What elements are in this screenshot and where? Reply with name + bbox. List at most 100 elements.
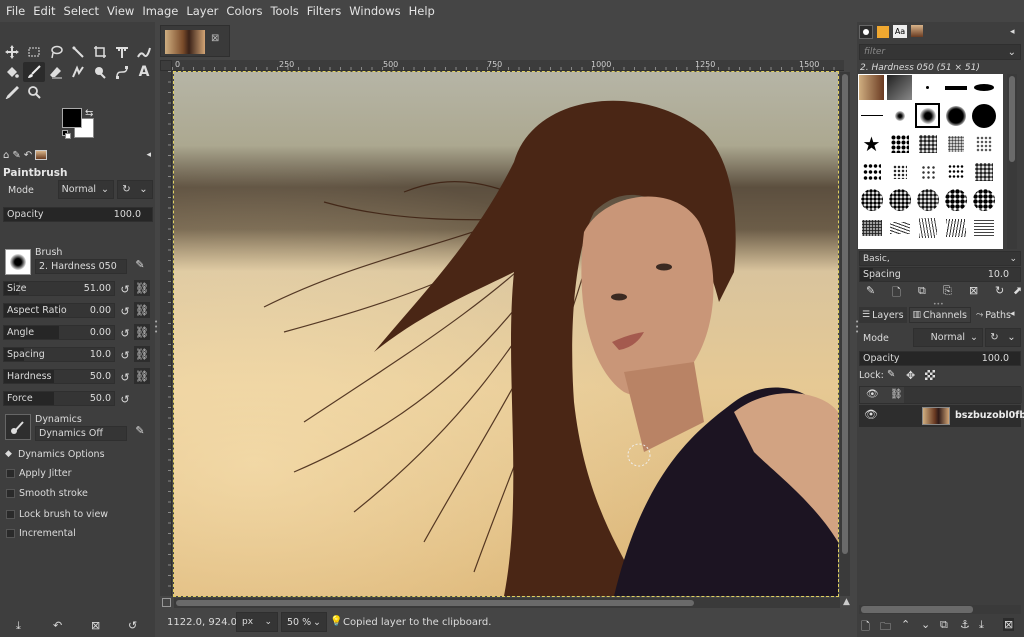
edit-brush-icon[interactable]: ✎ <box>866 284 875 297</box>
brush-thumb[interactable]: ★ <box>859 131 884 156</box>
dynamics-preview-button[interactable] <box>5 414 31 440</box>
quick-mask-icon[interactable] <box>162 598 171 607</box>
dynamics-name-field[interactable]: Dynamics Off <box>35 426 127 441</box>
brush-thumb[interactable] <box>887 103 912 128</box>
layer-mode-select[interactable]: Normal ⌄ <box>913 328 983 347</box>
link-hardness-icon[interactable]: ⛓ <box>134 368 150 384</box>
lasso-icon[interactable] <box>45 42 67 62</box>
delete-brush-icon[interactable]: ⊠ <box>969 284 978 297</box>
lock-pixels-icon[interactable]: ✎ <box>887 369 895 380</box>
reset-options-icon[interactable]: ↺ <box>128 619 137 632</box>
lower-layer-icon[interactable]: ⌄ <box>921 618 930 631</box>
dynamics-options-expander[interactable]: Dynamics Options <box>18 449 105 460</box>
raise-layer-icon[interactable]: ⌃ <box>901 618 910 631</box>
copy-location-icon[interactable]: ⎘ <box>943 284 952 298</box>
anchor-layer-icon[interactable]: ⚓ <box>960 618 970 631</box>
brush-thumb[interactable] <box>859 75 884 100</box>
brush-thumb[interactable] <box>887 75 912 100</box>
edit-brush-icon[interactable]: ✎ <box>132 256 148 272</box>
vertical-ruler[interactable] <box>160 71 172 596</box>
menu-filters[interactable]: Filters <box>303 4 345 18</box>
fonts-tab-icon[interactable]: Aa <box>893 25 907 38</box>
refresh-brushes-icon[interactable]: ↻ <box>995 284 1004 297</box>
panel-menu-icon[interactable]: ◂ <box>1010 309 1015 319</box>
brush-thumb[interactable] <box>943 103 968 128</box>
brush-thumb[interactable] <box>859 187 884 212</box>
reset-hardness-icon[interactable]: ↺ <box>117 369 133 385</box>
layer-name[interactable]: bszbuzobl0fbs <box>955 410 1024 421</box>
brush-thumb[interactable] <box>971 187 996 212</box>
paintbrush-tool-icon[interactable] <box>23 62 45 82</box>
dock-grip-right[interactable]: • • • <box>855 319 859 336</box>
fuzzy-select-icon[interactable] <box>67 42 89 62</box>
zoom-icon[interactable] <box>23 82 45 102</box>
brush-thumb[interactable] <box>971 159 996 184</box>
duplicate-layer-icon[interactable]: ⧉ <box>940 618 948 632</box>
brush-spacing-slider[interactable]: Spacing 10.0 <box>859 267 1021 282</box>
lock-brush-checkbox[interactable] <box>6 510 15 519</box>
link-size-icon[interactable]: ⛓ <box>134 280 150 296</box>
brush-tag-input[interactable]: Basic, ⌄ <box>859 251 1021 266</box>
expand-icon[interactable]: ◆ <box>5 449 12 459</box>
tab-paths[interactable]: ⤳ Paths <box>973 307 1014 323</box>
lock-alpha-icon[interactable] <box>925 370 935 380</box>
images-tab-icon[interactable] <box>35 150 48 160</box>
menu-layer[interactable]: Layer <box>182 4 222 18</box>
brush-thumb-selected[interactable] <box>915 103 940 128</box>
reset-angle-icon[interactable]: ↺ <box>117 325 133 341</box>
undo-history-tab-icon[interactable]: ↶ <box>24 150 32 161</box>
merge-layer-icon[interactable]: ⤓ <box>979 618 984 632</box>
menu-image[interactable]: Image <box>138 4 182 18</box>
canvas-image[interactable] <box>173 71 839 597</box>
restore-options-icon[interactable]: ↶ <box>53 619 62 632</box>
reset-spacing-icon[interactable]: ↺ <box>117 347 133 363</box>
opacity-slider[interactable]: Opacity 100.0 <box>3 207 153 222</box>
menu-help[interactable]: Help <box>405 4 439 18</box>
brush-thumb[interactable] <box>971 215 996 240</box>
incremental-checkbox[interactable] <box>6 529 15 538</box>
link-spacing-icon[interactable]: ⛓ <box>134 346 150 362</box>
brush-thumb[interactable] <box>887 187 912 212</box>
document-history-tab-icon[interactable] <box>911 25 923 37</box>
default-colors-icon[interactable] <box>62 130 72 140</box>
eye-icon[interactable]: 👁 <box>864 408 878 421</box>
patterns-tab-icon[interactable] <box>877 26 889 38</box>
new-brush-icon[interactable]: 🗋 <box>892 284 901 303</box>
brush-grid[interactable]: ★ <box>858 74 1003 249</box>
reset-force-icon[interactable]: ↺ <box>117 391 133 407</box>
brush-thumb[interactable] <box>943 215 968 240</box>
vertical-scrollbar[interactable] <box>840 72 850 596</box>
delete-options-icon[interactable]: ⊠ <box>91 619 100 632</box>
brush-thumb[interactable] <box>943 131 968 156</box>
zoom-select[interactable]: 50 % ⌄ <box>281 612 327 632</box>
save-options-icon[interactable]: ⤓ <box>16 619 21 633</box>
force-slider[interactable]: Force 50.0 <box>3 391 115 406</box>
menu-colors[interactable]: Colors <box>222 4 266 18</box>
navigate-icon[interactable]: ▲ <box>843 597 850 607</box>
rect-select-icon[interactable] <box>23 42 45 62</box>
link-aspect-icon[interactable]: ⛓ <box>134 302 150 318</box>
brush-thumb[interactable] <box>971 75 996 100</box>
menu-edit[interactable]: Edit <box>29 4 59 18</box>
device-status-tab-icon[interactable]: ✎ <box>12 150 20 161</box>
brush-list-scrollbar[interactable] <box>1007 74 1017 249</box>
layer-row[interactable]: 👁 bszbuzobl0fbs <box>859 405 1024 427</box>
brush-thumb[interactable] <box>915 75 940 100</box>
duplicate-brush-icon[interactable]: ⧉ <box>918 284 926 298</box>
text-tool-icon[interactable]: A <box>133 62 155 82</box>
brush-thumb[interactable] <box>971 131 996 156</box>
spacing-slider[interactable]: Spacing 10.0 <box>3 347 115 362</box>
brush-thumb[interactable] <box>971 103 996 128</box>
layer-composite-button[interactable]: ↻ ⌄ <box>985 328 1021 347</box>
paths-icon[interactable] <box>111 62 133 82</box>
brush-filter-input[interactable]: filter ⌄ <box>859 44 1021 60</box>
brush-thumb[interactable] <box>943 187 968 212</box>
move-tool-icon[interactable] <box>1 42 23 62</box>
close-tab-icon[interactable]: ⊠ <box>211 33 219 44</box>
open-as-image-icon[interactable]: ⬈ <box>1013 284 1022 297</box>
brush-thumb[interactable] <box>915 131 940 156</box>
link-angle-icon[interactable]: ⛓ <box>134 324 150 340</box>
brush-thumb[interactable] <box>859 159 884 184</box>
horizontal-scrollbar[interactable] <box>174 598 840 608</box>
brush-thumb[interactable] <box>887 159 912 184</box>
